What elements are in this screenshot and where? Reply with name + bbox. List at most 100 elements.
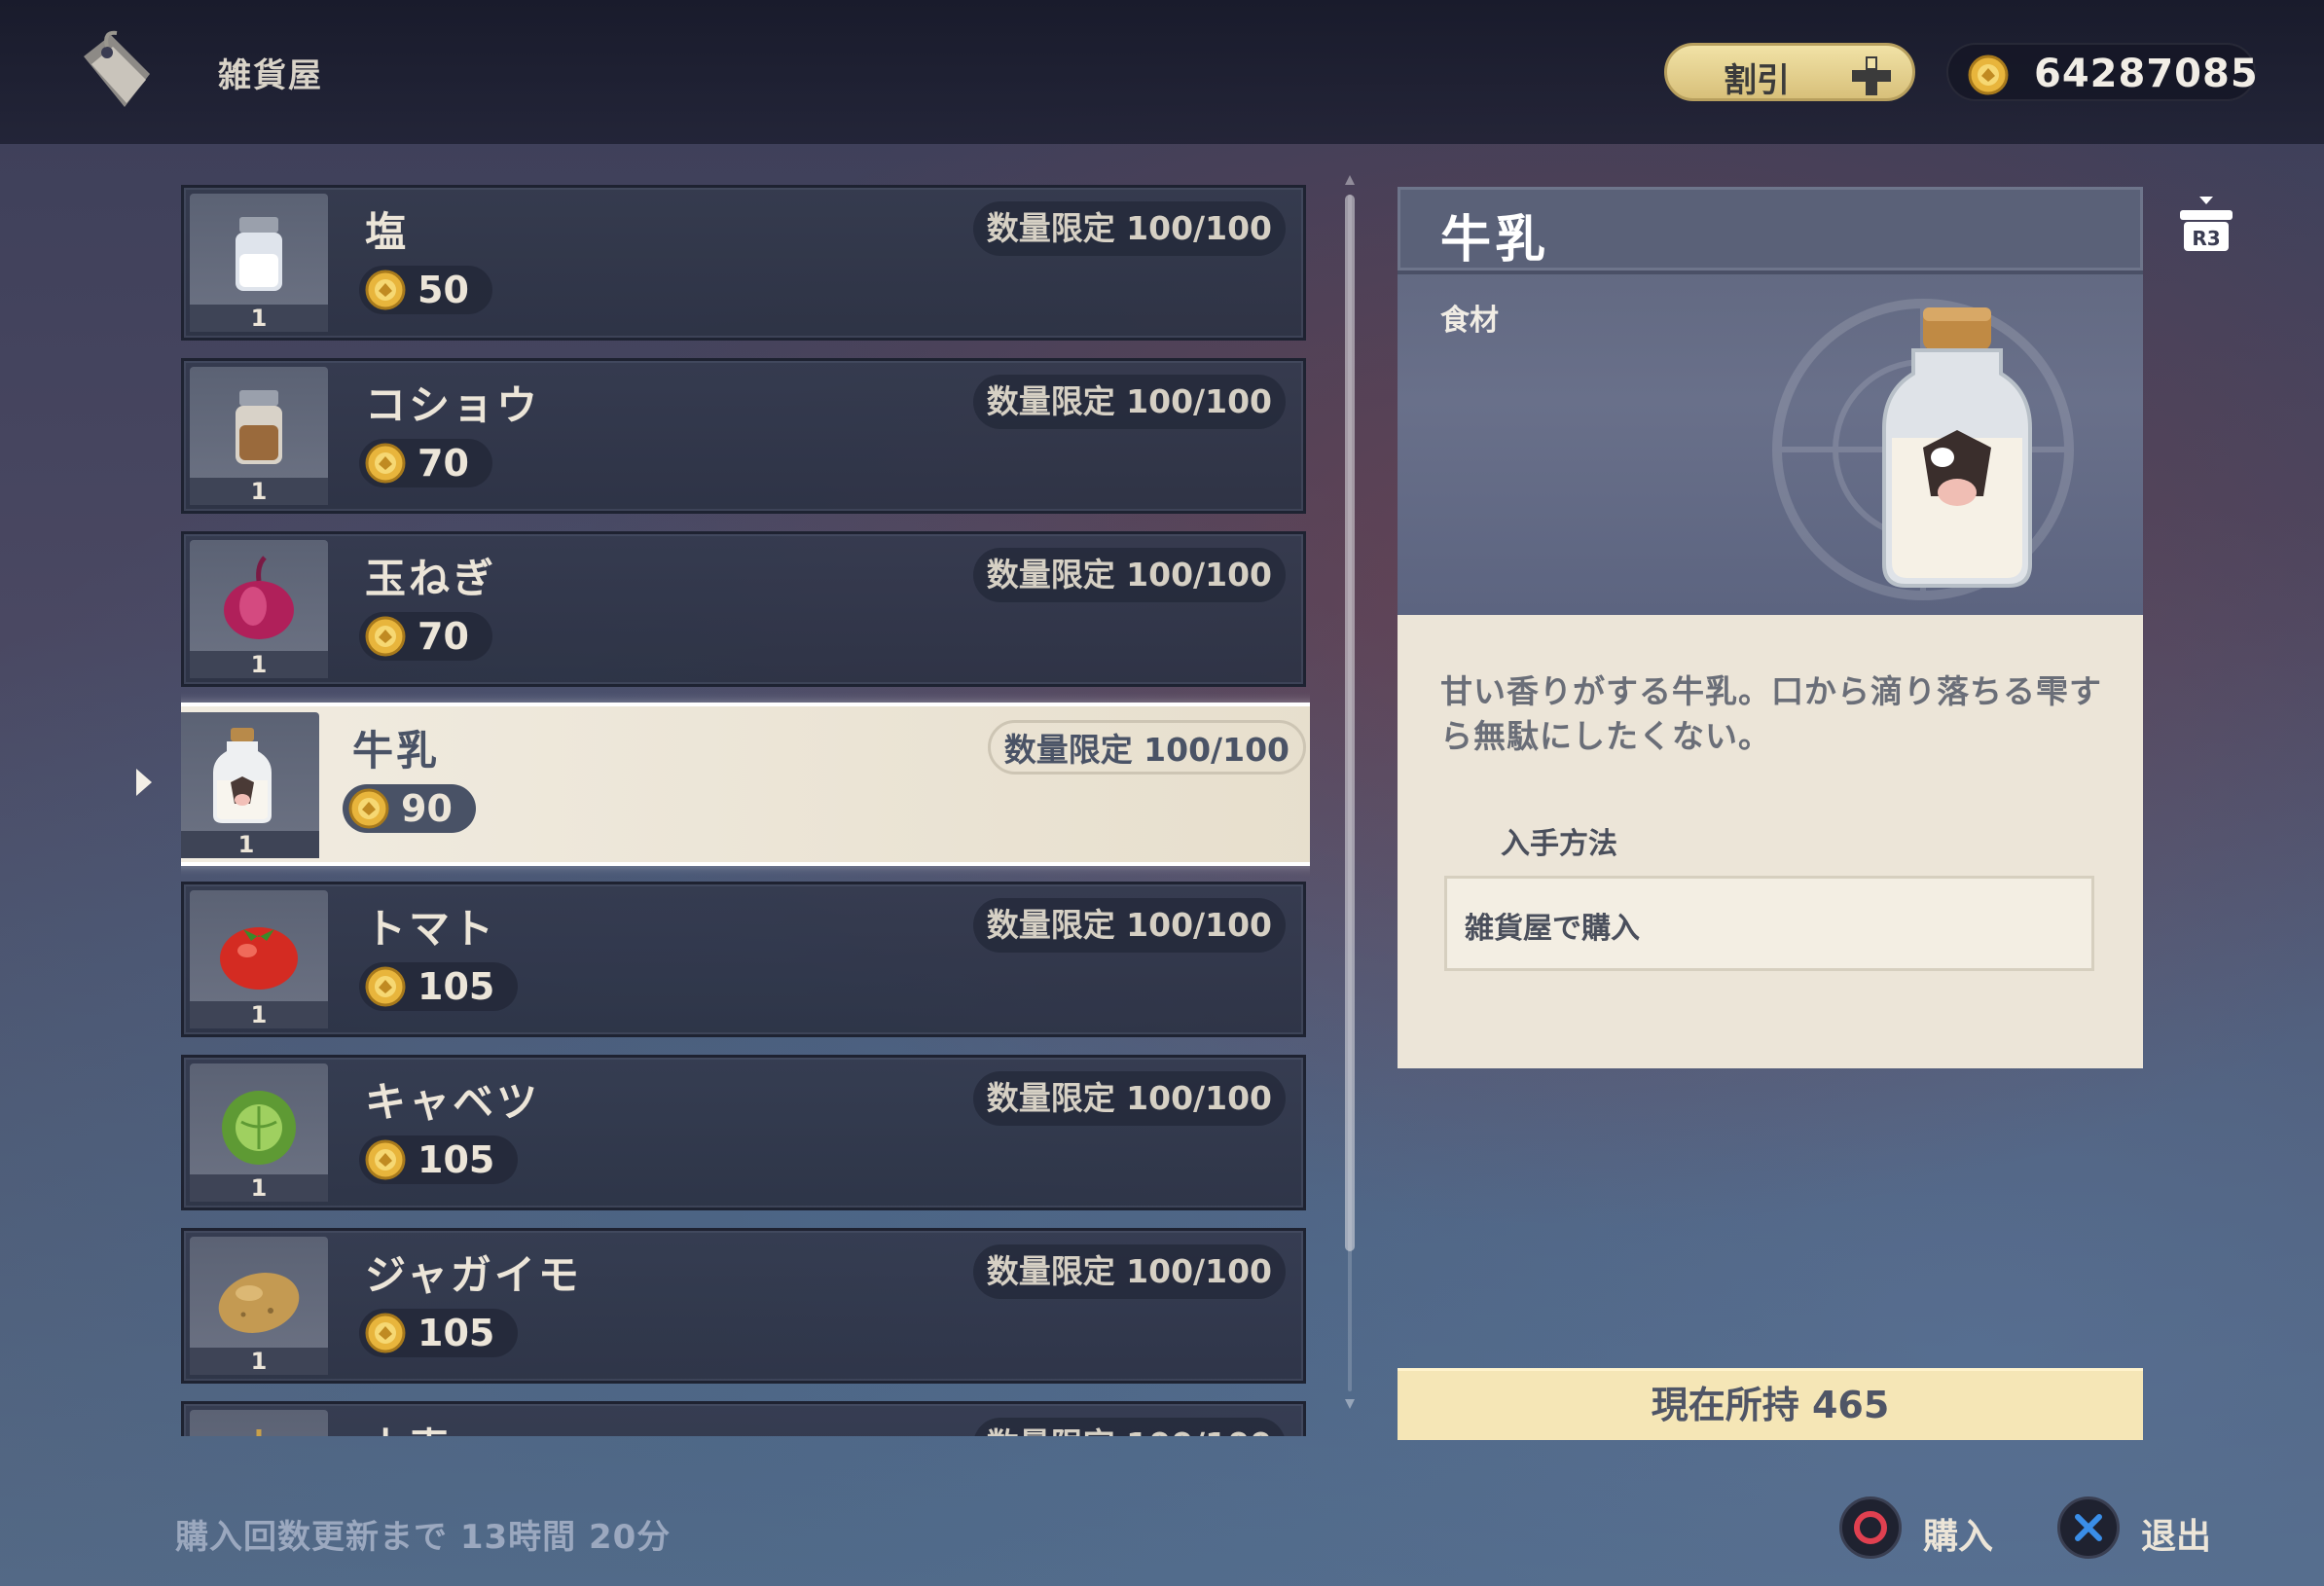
- mora-coin-icon: [348, 788, 389, 829]
- item-name: ジャガイモ: [365, 1251, 582, 1299]
- milk-bottle-icon: [1882, 307, 2032, 588]
- mora-coin-icon: [365, 1139, 406, 1180]
- purchase-refresh-timer: 購入回数更新まで 13時間 20分: [175, 1518, 672, 1557]
- item-milk[interactable]: 1 牛乳 90 数量限定 100/100: [181, 703, 1310, 866]
- item-price: 105: [359, 1135, 519, 1184]
- item-price-value: 70: [418, 442, 469, 485]
- item-price: 90: [343, 784, 476, 833]
- item-name: コショウ: [365, 381, 541, 429]
- cross-button-icon: [2057, 1496, 2120, 1559]
- item-thumbnail: 1: [190, 194, 328, 332]
- price-tag-icon: [84, 30, 150, 107]
- item-name: 牛乳: [352, 727, 441, 775]
- item-price-value: 105: [418, 965, 495, 1008]
- item-quantity: 1: [181, 831, 319, 858]
- item-pepper[interactable]: 1 コショウ 70 数量限定 100/100: [181, 358, 1306, 514]
- scroll-thumb[interactable]: [1345, 195, 1355, 1251]
- item-thumbnail: 1: [190, 367, 328, 505]
- svg-text:R3: R3: [2192, 227, 2220, 250]
- item-cabbage[interactable]: 1 キャベツ 105 数量限定 100/100: [181, 1055, 1306, 1210]
- purchase-limit: 数量限定 100/100: [972, 375, 1286, 429]
- selection-arrow-icon: [136, 769, 152, 796]
- item-thumbnail: 1: [181, 712, 319, 858]
- item-salt[interactable]: 1 塩 50 数量限定 100/100: [181, 185, 1306, 341]
- detail-title-bar: 牛乳: [1398, 187, 2143, 274]
- mora-coin-icon: [365, 1313, 406, 1353]
- top-bar: 雑貨屋 割引 64287085: [0, 0, 2324, 144]
- item-quantity: 1: [190, 305, 328, 332]
- detail-category: 食材: [1440, 304, 1499, 338]
- buy-button[interactable]: 購入: [1839, 1496, 2024, 1565]
- detail-item-name: 牛乳: [1440, 211, 1550, 270]
- mora-coin-icon: [365, 616, 406, 657]
- purchase-limit: 数量限定 100/100: [987, 720, 1306, 775]
- item-price: 70: [359, 612, 492, 661]
- purchase-limit: 数量限定 100/100: [972, 548, 1286, 602]
- buy-label: 購入: [1923, 1517, 1994, 1557]
- wheat-icon: [256, 1429, 262, 1436]
- item-price: 50: [359, 266, 492, 314]
- tomato-icon: [220, 927, 298, 990]
- item-name: トマト: [365, 905, 497, 953]
- item-thumbnail: 1: [190, 1063, 328, 1202]
- item-price-value: 70: [418, 615, 469, 658]
- item-price: 70: [359, 439, 492, 487]
- item-thumbnail: 1: [190, 540, 328, 678]
- item-thumbnail: 1: [190, 1237, 328, 1375]
- item-quantity: 1: [190, 1348, 328, 1375]
- scroll-up-icon: [1345, 175, 1355, 185]
- item-quantity: 1: [190, 651, 328, 678]
- purchase-limit: 数量限定 100/100: [972, 201, 1286, 256]
- circle-button-icon: [1839, 1496, 1902, 1559]
- item-quantity: 1: [190, 1001, 328, 1028]
- purchase-limit: 数量限定 100/100: [972, 1244, 1286, 1299]
- item-quantity: 1: [190, 1174, 328, 1202]
- discount-label: 割引: [1724, 61, 1790, 100]
- item-price-value: 50: [418, 269, 469, 311]
- discount-button[interactable]: 割引: [1664, 43, 1915, 101]
- exit-label: 退出: [2141, 1517, 2212, 1557]
- r3-button-icon[interactable]: R3: [2176, 195, 2236, 257]
- potato-icon: [218, 1273, 300, 1333]
- acquisition-source-box: 雑貨屋で購入: [1444, 876, 2094, 971]
- item-wheat[interactable]: 1 小麦 数量限定 100/100: [181, 1401, 1306, 1436]
- mora-balance: 64287085: [1946, 43, 2259, 101]
- item-price-value: 105: [418, 1312, 495, 1354]
- item-price: 105: [359, 1309, 519, 1357]
- salt-icon: [236, 217, 282, 291]
- purchase-limit: 数量限定 100/100: [972, 1071, 1286, 1126]
- mora-coin-icon: [1968, 54, 2009, 95]
- scroll-down-icon: [1345, 1399, 1355, 1409]
- acquisition-label: 入手方法: [1501, 827, 1617, 861]
- mora-coin-icon: [365, 270, 406, 310]
- item-list[interactable]: 1 塩 50 数量限定 100/100 1 コショウ 70 数量限定 100/1…: [181, 181, 1310, 1436]
- item-name: 塩: [365, 208, 410, 256]
- item-thumbnail: 1: [190, 1410, 328, 1436]
- item-price-value: 105: [418, 1138, 495, 1181]
- acquisition-source: 雑貨屋で購入: [1465, 912, 1640, 946]
- item-tomato[interactable]: 1 トマト 105 数量限定 100/100: [181, 882, 1306, 1037]
- exit-button[interactable]: 退出: [2057, 1496, 2242, 1565]
- shop-title: 雑貨屋: [218, 56, 323, 95]
- item-price-value: 90: [401, 787, 453, 830]
- item-name: 小麦: [365, 1416, 453, 1436]
- list-scrollbar[interactable]: [1345, 175, 1355, 1411]
- dpad-icon: [1852, 56, 1891, 95]
- milk-icon: [213, 728, 272, 823]
- item-potato[interactable]: 1 ジャガイモ 105 数量限定 100/100: [181, 1228, 1306, 1384]
- item-name: 玉ねぎ: [365, 555, 497, 602]
- onion-icon: [224, 556, 294, 639]
- item-onion[interactable]: 1 玉ねぎ 70 数量限定 100/100: [181, 531, 1306, 687]
- detail-body: 甘い香りがする牛乳。口から滴り落ちる雫すら無駄にしたくない。 入手方法 雑貨屋で…: [1398, 615, 2143, 1068]
- detail-header: 牛乳 食材: [1398, 187, 2143, 615]
- purchase-limit: 数量限定 100/100: [972, 898, 1286, 953]
- mora-coin-icon: [365, 966, 406, 1007]
- item-detail-panel: 牛乳 食材 甘い香りがする牛乳。口から滴り落ちる雫すら無駄にしたくない。 入手方…: [1398, 187, 2143, 1068]
- item-thumbnail: 1: [190, 890, 328, 1028]
- mora-coin-icon: [365, 443, 406, 484]
- item-quantity: 1: [190, 478, 328, 505]
- item-description: 甘い香りがする牛乳。口から滴り落ちる雫すら無駄にしたくない。: [1440, 672, 2102, 755]
- item-price: 105: [359, 962, 519, 1011]
- item-name: キャベツ: [365, 1078, 541, 1126]
- mora-amount: 64287085: [2034, 52, 2259, 96]
